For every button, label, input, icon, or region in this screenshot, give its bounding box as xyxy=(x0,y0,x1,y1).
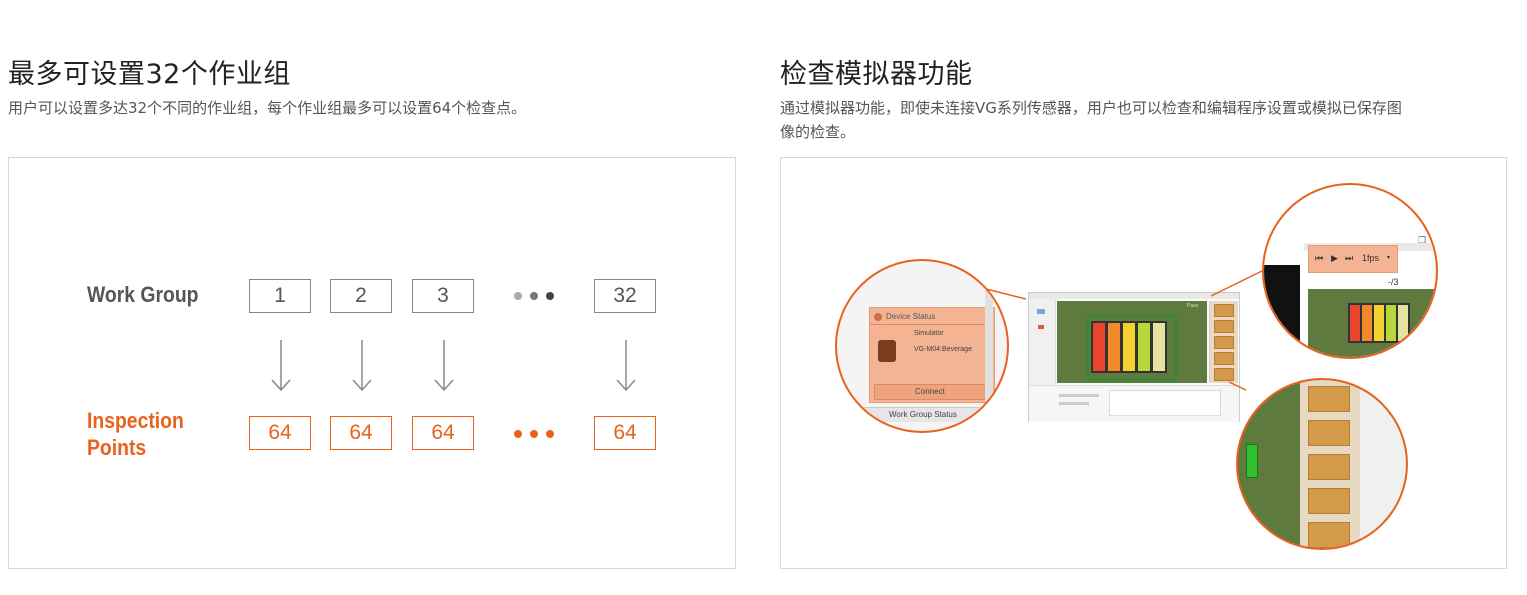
work-group-diagram: Work Group Inspection Points 1 2 3 32 64… xyxy=(8,157,736,569)
work-group-label: Work Group xyxy=(87,282,199,307)
ellipsis-dots xyxy=(514,292,554,300)
chevron-down-icon[interactable]: ▾ xyxy=(1387,254,1390,261)
down-arrow-icon xyxy=(352,340,372,392)
section-title-simulator: 检查模拟器功能 xyxy=(780,59,973,90)
device-status-zoom: Device Status Simulator VG-M04:Beverage … xyxy=(835,259,1009,433)
inspection-points-box: 64 xyxy=(594,416,656,450)
section-title-work-groups: 最多可设置32个作业组 xyxy=(8,59,291,90)
sensor-device-icon xyxy=(878,340,896,362)
down-arrow-icon xyxy=(434,340,454,392)
description-line-2: 像的检查。 xyxy=(780,123,856,141)
thumbnail-list-zoom xyxy=(1236,378,1408,550)
inspection-points-label: Inspection Points xyxy=(87,407,184,461)
restore-window-icon[interactable]: ❐ xyxy=(1418,235,1426,246)
section-description-work-groups: 用户可以设置多达32个不同的作业组，每个作业组最多可以设置64个检查点。 xyxy=(8,99,527,117)
down-arrow-icon xyxy=(271,340,291,392)
simulator-screenshot-panel: Pass Device Status Simulator VG-M04:Beve… xyxy=(780,157,1507,569)
work-group-box: 2 xyxy=(330,279,392,313)
section-description-simulator: 通过模拟器功能，即使未连接VG系列传感器，用户也可以检查和编辑程序设置或模拟已保… xyxy=(780,96,1402,144)
down-arrow-icon xyxy=(616,340,636,392)
status-icon xyxy=(874,313,882,321)
work-group-box: 32 xyxy=(594,279,656,313)
work-group-box: 1 xyxy=(249,279,311,313)
fps-selector[interactable]: 1fps xyxy=(1362,253,1379,263)
skip-back-icon[interactable]: ⏮ xyxy=(1315,253,1323,264)
work-group-box: 3 xyxy=(412,279,474,313)
connect-button[interactable]: Connect xyxy=(874,384,990,400)
frame-counter: -/3 xyxy=(1388,277,1399,287)
work-group-status-bar: Work Group Status xyxy=(837,407,1007,422)
inspection-points-box: 64 xyxy=(412,416,474,450)
device-status-title: Device Status xyxy=(886,312,936,321)
skip-forward-icon[interactable]: ⏭ xyxy=(1345,253,1353,264)
zoomed-thumbnail-strip xyxy=(1300,380,1360,548)
zoomed-camera-image xyxy=(1308,289,1436,357)
inspection-points-box: 64 xyxy=(249,416,311,450)
description-line-1: 通过模拟器功能，即使未连接VG系列传感器，用户也可以检查和编辑程序设置或模拟已保… xyxy=(780,99,1402,117)
simulator-label: Simulator xyxy=(914,330,944,337)
device-model-label: VG-M04:Beverage xyxy=(914,346,972,353)
inspection-points-box: 64 xyxy=(330,416,392,450)
play-icon[interactable]: ▶ xyxy=(1331,253,1338,264)
inspection-label-line1: Inspection xyxy=(87,408,184,433)
pass-bar xyxy=(1246,444,1258,478)
device-status-panel: Device Status Simulator VG-M04:Beverage … xyxy=(869,307,995,403)
ellipsis-dots-orange xyxy=(514,430,554,438)
playback-controls-zoom: ⏮ ▶ ⏭ 1fps ▾ -/3 ❐ xyxy=(1262,183,1438,359)
inspection-label-line2: Points xyxy=(87,435,147,460)
work-group-status-label: Work Group Status xyxy=(889,410,957,419)
playback-toolbar: ⏮ ▶ ⏭ 1fps ▾ xyxy=(1308,245,1398,273)
connect-label: Connect xyxy=(915,387,945,396)
